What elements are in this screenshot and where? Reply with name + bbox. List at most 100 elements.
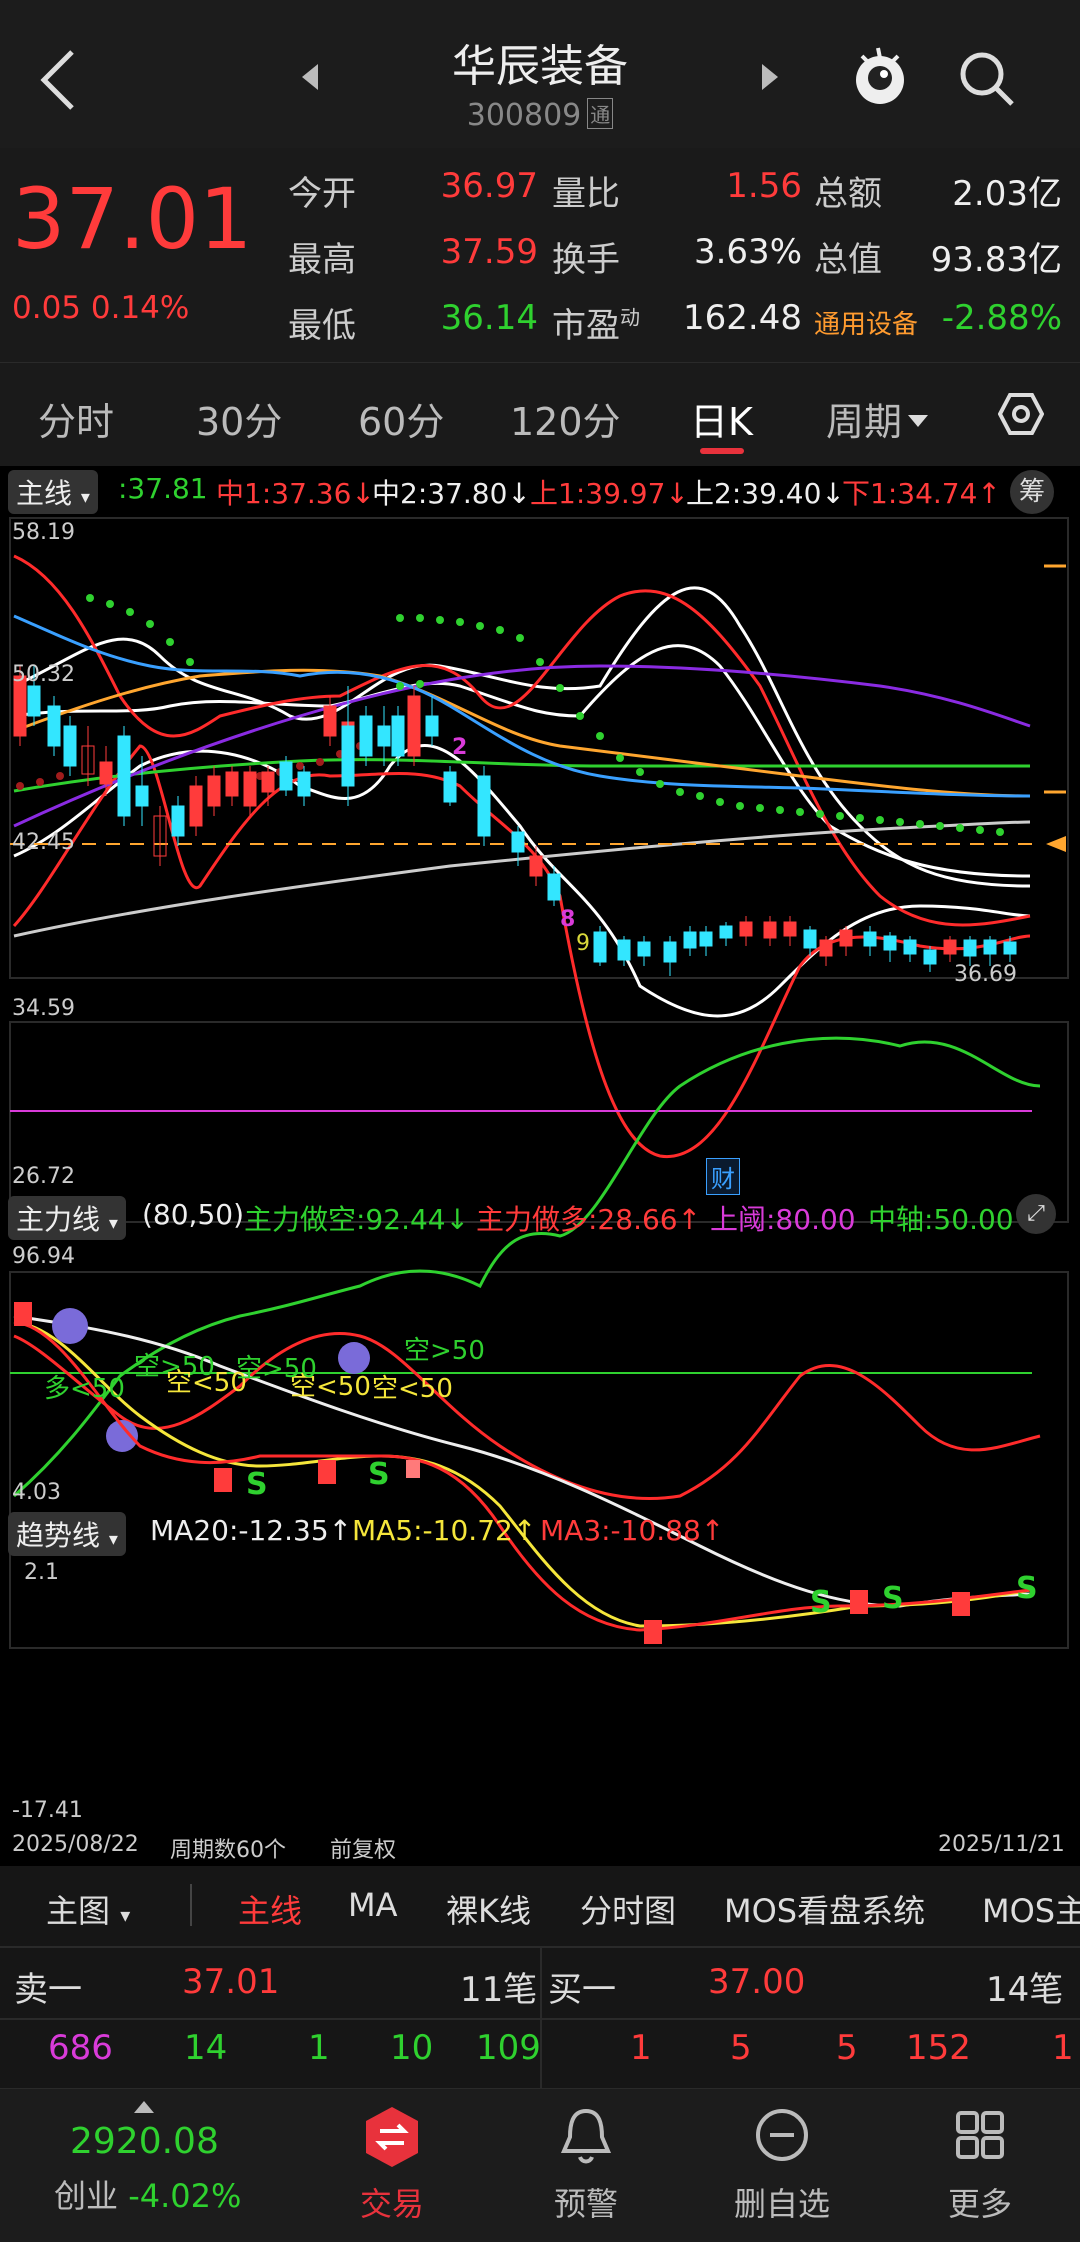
- kline-chart-area[interactable]: 主线 ▾ :37.81 中1:37.36↓ 中2:37.80↓ 上1:39.97…: [0, 466, 1080, 1866]
- tool-naked-k[interactable]: 裸K线: [446, 1886, 531, 1932]
- candle: [261, 766, 275, 806]
- next-stock-icon[interactable]: [758, 62, 782, 92]
- main-y-min: 26.72: [12, 1164, 75, 1189]
- main-chart-selector[interactable]: 主图 ▾: [46, 1886, 130, 1932]
- index-value[interactable]: 2920.08: [70, 2121, 219, 2162]
- stock-name: 华辰装备: [452, 41, 628, 92]
- force-y-max: 96.94: [12, 1244, 75, 1269]
- candle: [477, 766, 491, 846]
- adjust-mode[interactable]: 前复权: [330, 1832, 396, 1864]
- top-header: 华辰装备 300809 通: [0, 0, 1080, 148]
- nav-remove-watchlist[interactable]: 删自选: [712, 2105, 852, 2241]
- current-price-marker: [1046, 836, 1066, 852]
- ask-queue-2: 1: [308, 2028, 330, 2068]
- remove-watch-icon: [756, 2109, 808, 2161]
- candle: [47, 696, 61, 756]
- index-name: 创业: [54, 2177, 119, 2215]
- nav-trade[interactable]: 交易: [322, 2105, 462, 2241]
- main-y-max: 58.19: [12, 520, 75, 545]
- force-legend-3: 中轴:50.00: [868, 1203, 1014, 1236]
- bid-queue-3: 152: [906, 2028, 971, 2068]
- current-price-tag: 36.69: [954, 962, 1017, 987]
- mascot-icon[interactable]: [848, 42, 912, 112]
- force-note-6: 空>50: [404, 1336, 485, 1366]
- svg-text:S: S: [1016, 1571, 1038, 1606]
- market-cap-label: 总值: [814, 240, 882, 280]
- tool-main-line[interactable]: 主线: [238, 1886, 302, 1932]
- sector-change: -2.88%: [941, 298, 1062, 338]
- candle: [189, 776, 203, 836]
- settings-hexagon-icon[interactable]: [998, 391, 1044, 437]
- order-book: 卖一 37.01 11笔 买一 37.00 14笔 686 14 1 10 10…: [0, 1946, 1080, 2088]
- force-note-0: 多<50: [44, 1374, 125, 1404]
- last-price: 37.01: [12, 170, 253, 268]
- ask-queue-3: 10: [390, 2028, 434, 2068]
- market-cap-value: 93.83亿: [930, 240, 1062, 280]
- force-indicator-selector[interactable]: 主力线 ▾: [8, 1196, 126, 1240]
- tab-period[interactable]: 周期: [826, 391, 929, 446]
- candle: [323, 696, 337, 746]
- trend-indicator-selector[interactable]: 趋势线 ▾: [8, 1512, 126, 1556]
- sector-label[interactable]: 通用设备: [814, 304, 918, 341]
- candle: [943, 936, 957, 962]
- candle: [593, 926, 607, 966]
- index-summary[interactable]: 创业 -4.02%: [54, 2171, 241, 2217]
- candle: [425, 696, 439, 746]
- candle: [391, 706, 405, 766]
- force-y-min: 4.03: [12, 1480, 61, 1505]
- tab-intraday[interactable]: 分时: [38, 391, 114, 446]
- tool-mos-system[interactable]: MOS看盘系统: [724, 1886, 925, 1932]
- dropdown-icon: ▾: [120, 1903, 131, 1927]
- tool-intraday-chart[interactable]: 分时图: [580, 1886, 676, 1932]
- caret-up-icon: [134, 2101, 154, 2113]
- candle: [407, 686, 421, 766]
- tab-60min[interactable]: 60分: [358, 391, 444, 446]
- bid-count: 14笔: [986, 1970, 1064, 2010]
- ma-purple-line: [13, 664, 1031, 828]
- tab-daily-k[interactable]: 日K: [690, 391, 753, 446]
- expand-icon[interactable]: ⤢: [1016, 1194, 1056, 1234]
- bid-queue-2: 5: [836, 2028, 858, 2068]
- nav-more-label: 更多: [947, 2185, 1012, 2223]
- tab-120min[interactable]: 120分: [510, 391, 621, 446]
- ma-orange-line: [13, 668, 1031, 798]
- low-value: 36.14: [440, 298, 538, 338]
- face-icon: [52, 1308, 88, 1344]
- main-y-3: 42.45: [12, 830, 75, 855]
- dropdown-icon: ▾: [108, 1213, 118, 1234]
- svg-text:S: S: [882, 1581, 904, 1616]
- tool-ma[interactable]: MA: [348, 1886, 398, 1924]
- tool-mos-main[interactable]: MOS主: [982, 1886, 1080, 1932]
- bid-queue-1: 5: [730, 2028, 752, 2068]
- turnover-label: 换手: [552, 240, 620, 280]
- pe-label-sup: 动: [620, 305, 640, 330]
- force-note-4: 空>50: [236, 1354, 317, 1384]
- nav-more[interactable]: 更多: [910, 2105, 1050, 2241]
- search-icon[interactable]: [958, 50, 1016, 108]
- force-params: (80,50): [142, 1198, 245, 1231]
- candle: [783, 916, 797, 946]
- tab-30min[interactable]: 30分: [196, 391, 282, 446]
- finance-report-marker[interactable]: 财: [706, 1158, 740, 1195]
- bid-queue-4: 1: [1052, 2028, 1074, 2068]
- candle: [883, 932, 897, 962]
- candle: [739, 916, 753, 946]
- back-arrow-icon[interactable]: [36, 48, 80, 112]
- upper-channel-line: [13, 554, 1031, 927]
- grid-icon: [956, 2111, 1004, 2159]
- nav-alert[interactable]: 预警: [516, 2105, 656, 2241]
- ask-label: 卖一: [14, 1970, 82, 2010]
- period-count: 周期数60个: [170, 1838, 286, 1863]
- lower-channel-line: [12, 744, 1031, 1158]
- indicator-toolbar: 主图 ▾ 主线 MA 裸K线 分时图 MOS看盘系统 MOS主: [0, 1866, 1080, 1946]
- ask-price[interactable]: 37.01: [182, 1962, 279, 2002]
- nav-remove-label: 删自选: [733, 2185, 830, 2223]
- candle: [377, 706, 391, 766]
- bid-price[interactable]: 37.00: [708, 1962, 805, 2002]
- bottom-nav: 2920.08 创业 -4.02% 交易 预警 删自选 更多: [0, 2088, 1080, 2242]
- pe-label: 市盈动: [552, 298, 640, 347]
- candle: [699, 926, 713, 956]
- prev-stock-icon[interactable]: [298, 62, 322, 92]
- svg-text:S: S: [810, 1585, 832, 1620]
- main-panel-frame: [9, 517, 1069, 979]
